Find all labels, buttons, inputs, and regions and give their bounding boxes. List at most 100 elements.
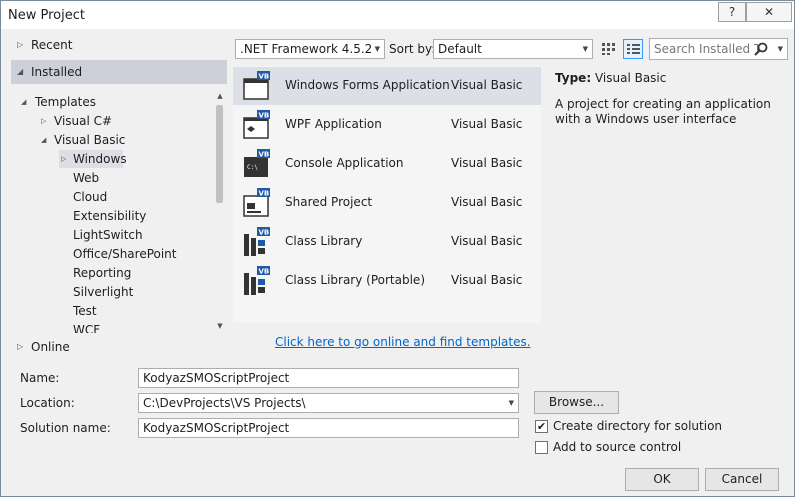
project-name-value: KodyazSMOScriptProject xyxy=(143,371,290,385)
nav-recent[interactable]: ▷ Recent xyxy=(11,33,227,57)
scroll-up-icon[interactable]: ▲ xyxy=(213,89,227,103)
tree-item-web[interactable]: Web xyxy=(73,169,99,187)
tree-scrollbar[interactable]: ▲ ▼ xyxy=(213,89,227,333)
list-view-icon xyxy=(627,44,640,54)
tree-item-windows[interactable]: ▷ Windows xyxy=(59,150,127,168)
list-view-button[interactable] xyxy=(623,39,643,59)
close-button[interactable]: ✕ xyxy=(746,2,792,22)
project-name-input[interactable]: KodyazSMOScriptProject xyxy=(138,368,519,388)
sort-value: Default xyxy=(438,42,482,56)
template-row[interactable]: VB Windows Forms Application Visual Basi… xyxy=(233,67,541,105)
ok-button[interactable]: OK xyxy=(625,468,699,491)
description-text: A project for creating an application wi… xyxy=(555,97,771,126)
template-name: Shared Project xyxy=(285,195,373,209)
tree-item-wcf[interactable]: WCF xyxy=(73,321,100,333)
nav-online[interactable]: ▷ Online xyxy=(11,335,227,359)
create-directory-label[interactable]: Create directory for solution xyxy=(553,419,722,433)
title-bar: New Project ? ✕ xyxy=(1,1,794,29)
portable-library-icon: VB xyxy=(244,266,270,295)
template-description: Type: Visual Basic A project for creatin… xyxy=(555,71,785,127)
template-language: Visual Basic xyxy=(451,156,523,170)
source-control-checkbox[interactable] xyxy=(535,441,548,454)
nav-recent-label: Recent xyxy=(31,38,73,52)
nav-installed[interactable]: ◢ Installed xyxy=(11,60,227,84)
search-placeholder: Search Installed Te xyxy=(654,42,758,56)
console-icon: C:\ VB xyxy=(244,149,270,177)
shared-project-icon: VB xyxy=(243,188,270,217)
sort-label: Sort by: xyxy=(389,42,436,56)
small-icons-view-button[interactable] xyxy=(599,39,619,59)
create-directory-checkbox[interactable]: ✔ xyxy=(535,420,548,433)
framework-select[interactable]: .NET Framework 4.5.2 ▼ xyxy=(235,39,385,59)
collapse-arrow-icon: ◢ xyxy=(17,67,24,76)
svg-text:C:\: C:\ xyxy=(247,164,258,171)
location-label: Location: xyxy=(20,396,75,410)
template-language: Visual Basic xyxy=(451,117,523,131)
tree-item-lightswitch[interactable]: LightSwitch xyxy=(73,226,143,244)
svg-text:VB: VB xyxy=(259,151,270,159)
chevron-down-icon: ▼ xyxy=(582,45,588,53)
template-row[interactable]: C:\ VB Console Application Visual Basic xyxy=(233,145,541,183)
cancel-button[interactable]: Cancel xyxy=(705,468,779,491)
framework-value: .NET Framework 4.5.2 xyxy=(240,42,373,56)
template-row[interactable]: VB Shared Project Visual Basic xyxy=(233,184,541,222)
template-name: Class Library (Portable) xyxy=(285,273,425,287)
template-name: WPF Application xyxy=(285,117,382,131)
template-language: Visual Basic xyxy=(451,195,523,209)
expand-arrow-icon: ▷ xyxy=(17,342,24,351)
tree-item-reporting[interactable]: Reporting xyxy=(73,264,131,282)
expand-arrow-icon: ▷ xyxy=(17,40,24,49)
svg-text:VB: VB xyxy=(259,268,270,276)
template-list: VB Windows Forms Application Visual Basi… xyxy=(233,66,541,323)
online-templates-link[interactable]: Click here to go online and find templat… xyxy=(275,335,531,349)
tree-item-silverlight[interactable]: Silverlight xyxy=(73,283,133,301)
winforms-icon: VB xyxy=(243,71,270,100)
collapse-arrow-icon: ◢ xyxy=(21,98,27,106)
nav-online-label: Online xyxy=(31,340,70,354)
wpf-icon: VB xyxy=(243,110,270,139)
type-label: Type: xyxy=(555,71,592,85)
scroll-thumb[interactable] xyxy=(216,105,223,203)
source-control-label[interactable]: Add to source control xyxy=(553,440,681,454)
tree-item-extensibility[interactable]: Extensibility xyxy=(73,207,146,225)
type-value: Visual Basic xyxy=(594,71,667,85)
new-project-dialog: New Project ? ✕ ▷ Recent ◢ Installed ◢ T… xyxy=(0,0,795,497)
scroll-down-icon[interactable]: ▼ xyxy=(213,319,227,333)
chevron-down-icon: ▼ xyxy=(374,45,380,53)
browse-button[interactable]: Browse... xyxy=(534,391,619,414)
solution-name-value: KodyazSMOScriptProject xyxy=(143,421,290,435)
tree-item-label: Windows xyxy=(73,152,127,166)
svg-text:VB: VB xyxy=(259,73,270,81)
template-tree: ◢ Templates ▷ Visual C# ◢ Visual Basic ▷… xyxy=(11,89,227,333)
template-row[interactable]: VB WPF Application Visual Basic xyxy=(233,106,541,144)
solution-name-input[interactable]: KodyazSMOScriptProject xyxy=(138,418,519,438)
template-name: Console Application xyxy=(285,156,404,170)
dialog-title: New Project xyxy=(8,8,85,23)
tree-item-label: Templates xyxy=(35,95,97,109)
template-name: Class Library xyxy=(285,234,363,248)
collapse-arrow-icon: ◢ xyxy=(41,136,47,144)
tree-item-cloud[interactable]: Cloud xyxy=(73,188,107,206)
expand-arrow-icon: ▷ xyxy=(61,155,67,163)
template-name: Windows Forms Application xyxy=(285,78,450,92)
template-language: Visual Basic xyxy=(451,234,523,248)
expand-arrow-icon: ▷ xyxy=(41,117,47,125)
tree-item-label: Visual Basic xyxy=(54,133,126,147)
location-combo[interactable]: C:\DevProjects\VS Projects\ ▼ xyxy=(138,393,519,413)
help-button[interactable]: ? xyxy=(718,2,746,22)
search-icon[interactable] xyxy=(753,41,769,57)
tree-item-office-sharepoint[interactable]: Office/SharePoint xyxy=(73,245,177,263)
template-language: Visual Basic xyxy=(451,273,523,287)
tree-item-label: Visual C# xyxy=(54,114,113,128)
svg-text:VB: VB xyxy=(259,190,270,198)
search-installed-input[interactable]: Search Installed Te ▼ xyxy=(649,38,788,60)
chevron-down-icon[interactable]: ▼ xyxy=(778,45,783,53)
chevron-down-icon[interactable]: ▼ xyxy=(509,399,514,407)
template-row[interactable]: VB Class Library (Portable) Visual Basic xyxy=(233,262,541,300)
svg-text:VB: VB xyxy=(259,229,270,237)
template-row[interactable]: VB Class Library Visual Basic xyxy=(233,223,541,261)
sort-select[interactable]: Default ▼ xyxy=(433,39,593,59)
tree-item-test[interactable]: Test xyxy=(73,302,97,320)
location-value: C:\DevProjects\VS Projects\ xyxy=(143,396,306,410)
solution-name-label: Solution name: xyxy=(20,421,111,435)
